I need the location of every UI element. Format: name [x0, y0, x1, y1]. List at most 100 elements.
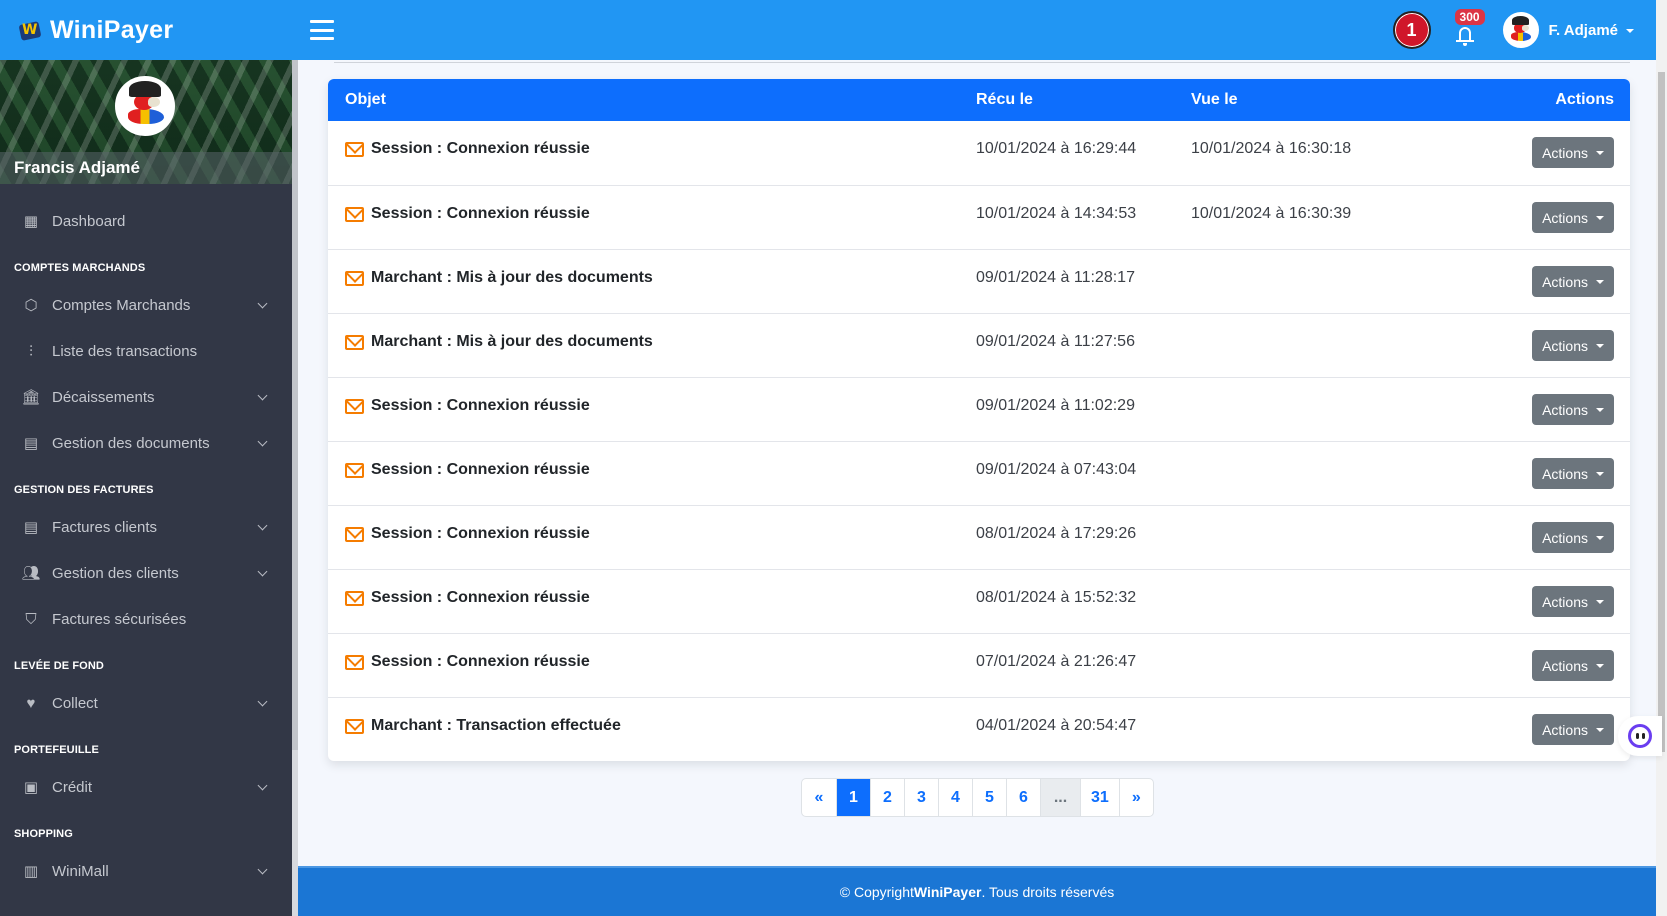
pagination-page[interactable]: 4 [938, 779, 972, 816]
chevron-down-icon [257, 520, 268, 530]
profile-avatar[interactable] [115, 76, 175, 136]
actions-dropdown-button[interactable]: Actions [1532, 714, 1614, 745]
actions-dropdown-button[interactable]: Actions [1532, 586, 1614, 617]
sidebar-item-label: Factures clients [52, 518, 158, 536]
table-row[interactable]: Session : Connexion réussie 09/01/2024 à… [328, 441, 1630, 505]
topbar: W WiniPayer 1 300 F. Adjamé [0, 0, 1656, 60]
sidebar-item-collect[interactable]: ♥ Collect [0, 680, 292, 726]
actions-dropdown-button[interactable]: Actions [1532, 137, 1614, 168]
user-avatar[interactable] [1502, 12, 1539, 48]
pagination-page[interactable]: 3 [904, 779, 938, 816]
cell-vue [1191, 442, 1491, 461]
alert-count-badge[interactable]: 1 [1392, 11, 1431, 49]
store-icon: ▥ [23, 863, 39, 880]
page-scrollbar[interactable] [1656, 0, 1667, 916]
table-row[interactable]: Marchant : Mis à jour des documents 09/0… [328, 313, 1630, 377]
cell-actions: Actions [1491, 121, 1630, 168]
actions-dropdown-button[interactable]: Actions [1532, 394, 1614, 425]
caret-down-icon [1596, 343, 1604, 348]
message-subject[interactable]: Session : Connexion réussie [371, 461, 590, 479]
chevron-down-icon [257, 390, 268, 400]
table-row[interactable]: Session : Connexion réussie 10/01/2024 à… [328, 185, 1630, 249]
message-subject[interactable]: Marchant : Mis à jour des documents [371, 333, 653, 351]
menu-toggle-icon[interactable] [310, 20, 334, 40]
table-row[interactable]: Session : Connexion réussie 10/01/2024 à… [328, 121, 1630, 185]
mail-icon [345, 462, 364, 478]
pagination-page[interactable]: 2 [870, 779, 904, 816]
sidebar-item-dashboard[interactable]: ▦ Dashboard [0, 198, 292, 244]
sidebar-item-factures-clients[interactable]: ▤ Factures clients [0, 504, 292, 550]
sidebar-item-credit[interactable]: ▣ Crédit [0, 764, 292, 810]
winipayer-logo-icon: W [18, 19, 42, 41]
actions-dropdown-button[interactable]: Actions [1532, 650, 1614, 681]
message-subject[interactable]: Marchant : Mis à jour des documents [371, 269, 653, 287]
table-body: Session : Connexion réussie 10/01/2024 à… [328, 121, 1630, 761]
actions-dropdown-button[interactable]: Actions [1532, 202, 1614, 233]
nav-section-title: LEVÉE DE FOND [14, 660, 104, 672]
cell-objet: Marchant : Mis à jour des documents [328, 314, 976, 351]
sidebar-item-factures-securisees[interactable]: ⛉ Factures sécurisées [0, 596, 292, 642]
message-subject[interactable]: Session : Connexion réussie [371, 140, 590, 158]
sidebar-item-label: Comptes Marchands [52, 296, 191, 314]
users-icon: 👥︎ [21, 565, 41, 582]
copyright-prefix: © Copyright [839, 884, 914, 900]
cell-vue [1191, 250, 1491, 269]
actions-label: Actions [1542, 337, 1588, 354]
header-objet[interactable]: Objet [328, 91, 976, 109]
pagination-prev[interactable]: « [802, 779, 836, 816]
cell-vue: 10/01/2024 à 16:30:18 [1191, 140, 1352, 157]
caret-down-icon [1596, 471, 1604, 476]
pagination-page[interactable]: 5 [972, 779, 1006, 816]
cell-recu: 09/01/2024 à 11:28:17 [976, 269, 1135, 286]
pagination-page[interactable]: 6 [1006, 779, 1040, 816]
copyright-brand: WiniPayer [913, 884, 982, 900]
cell-actions: Actions [1491, 506, 1630, 553]
brand[interactable]: W WiniPayer [0, 16, 292, 45]
sidebar-item-label: Liste des transactions [52, 342, 198, 360]
user-menu-toggle[interactable]: F. Adjamé [1549, 22, 1634, 39]
pagination-page[interactable]: 1 [836, 779, 870, 816]
actions-dropdown-button[interactable]: Actions [1532, 522, 1614, 553]
header-vue[interactable]: Vue le [1191, 91, 1491, 109]
message-subject[interactable]: Session : Connexion réussie [371, 589, 590, 607]
table-row[interactable]: Marchant : Mis à jour des documents 09/0… [328, 249, 1630, 313]
cell-vue [1191, 378, 1491, 397]
pagination-next[interactable]: » [1118, 779, 1153, 816]
message-subject[interactable]: Session : Connexion réussie [371, 653, 590, 671]
notifications-button[interactable]: 300 [1453, 9, 1485, 46]
pagination-page[interactable]: 31 [1080, 779, 1119, 816]
message-subject[interactable]: Marchant : Transaction effectuée [371, 717, 621, 735]
table-row[interactable]: Session : Connexion réussie 07/01/2024 à… [328, 633, 1630, 697]
actions-dropdown-button[interactable]: Actions [1532, 330, 1614, 361]
header-recu[interactable]: Récu le [976, 91, 1191, 109]
pagination-ellipsis: ... [1040, 779, 1080, 816]
table-row[interactable]: Session : Connexion réussie 08/01/2024 à… [328, 505, 1630, 569]
message-subject[interactable]: Session : Connexion réussie [371, 397, 590, 415]
mail-icon [345, 398, 364, 414]
user-name: F. Adjamé [1548, 21, 1618, 39]
message-subject[interactable]: Session : Connexion réussie [371, 525, 590, 543]
table-row[interactable]: Session : Connexion réussie 09/01/2024 à… [328, 377, 1630, 441]
table-row[interactable]: Session : Connexion réussie 08/01/2024 à… [328, 569, 1630, 633]
actions-dropdown-button[interactable]: Actions [1532, 266, 1614, 297]
sidebar-item-gestion-des-clients[interactable]: 👥︎ Gestion des clients [0, 550, 292, 596]
sidebar-item-decaissements[interactable]: 🏛︎ Décaissements [0, 374, 292, 420]
sidebar-item-winimall[interactable]: ▥ WiniMall [0, 848, 292, 894]
message-subject[interactable]: Session : Connexion réussie [371, 205, 590, 223]
copyright-suffix: . Tous droits réservés [981, 884, 1115, 900]
sidebar-item-gestion-des-documents[interactable]: ▤ Gestion des documents [0, 420, 292, 466]
chatbot-button[interactable] [1618, 716, 1662, 756]
sidebar-item-liste-des-transactions[interactable]: ⫶ Liste des transactions [0, 328, 292, 374]
footer: © Copyright WiniPayer. Tous droits réser… [298, 866, 1656, 916]
actions-label: Actions [1542, 209, 1588, 226]
sidebar-item-comptes-marchands[interactable]: ⬡ Comptes Marchands [0, 282, 292, 328]
cell-objet: Session : Connexion réussie [328, 570, 976, 607]
chevron-down-icon [257, 696, 268, 706]
chevron-down-icon [257, 436, 268, 446]
sidebar-item-label: Gestion des clients [52, 564, 179, 582]
cell-recu: 08/01/2024 à 15:52:32 [976, 589, 1137, 606]
table-row[interactable]: Marchant : Transaction effectuée 04/01/2… [328, 697, 1630, 761]
actions-dropdown-button[interactable]: Actions [1532, 458, 1614, 489]
caret-down-icon [1596, 279, 1604, 284]
cell-vue [1191, 570, 1491, 589]
